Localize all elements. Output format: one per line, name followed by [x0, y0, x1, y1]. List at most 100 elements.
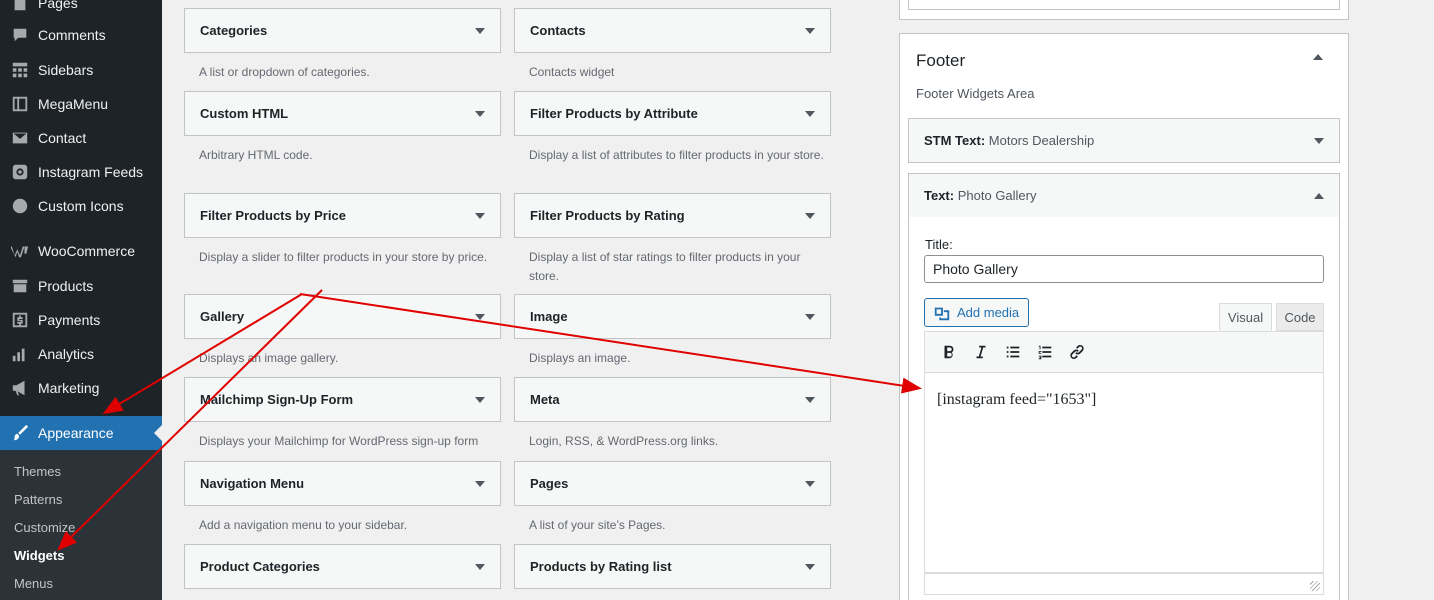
- widget-products-by-rating-list[interactable]: Products by Rating list: [514, 544, 831, 589]
- sidebar-item-appearance[interactable]: Appearance: [0, 416, 162, 450]
- widget-description: Displays an image.: [529, 351, 631, 365]
- add-media-button[interactable]: Add media: [924, 298, 1029, 327]
- submenu-item-patterns[interactable]: Patterns: [14, 492, 62, 507]
- sidebar-item-pages[interactable]: Pages: [0, 0, 162, 20]
- woocommerce-icon: [10, 241, 30, 261]
- italic-button[interactable]: [965, 337, 997, 367]
- widget-description: A list of your site’s Pages.: [529, 518, 666, 532]
- sidebar-item-products[interactable]: Products: [0, 269, 162, 303]
- widget-image[interactable]: Image: [514, 294, 831, 339]
- widget-name: Motors Dealership: [988, 133, 1095, 148]
- widget-title: Filter Products by Price: [200, 208, 346, 223]
- bullet-list-button[interactable]: [997, 337, 1029, 367]
- resize-handle-icon[interactable]: [1310, 581, 1320, 591]
- sidebar-item-label: Products: [38, 278, 94, 294]
- widget-mailchimp-signup-form[interactable]: Mailchimp Sign-Up Form: [184, 377, 501, 422]
- widget-description: Contacts widget: [529, 65, 615, 79]
- sidebar-item-label: Comments: [38, 27, 106, 43]
- sidebar-item-comments[interactable]: Comments: [0, 18, 162, 52]
- widget-filter-products-by-price[interactable]: Filter Products by Price: [184, 193, 501, 238]
- widget-pages[interactable]: Pages: [514, 461, 831, 506]
- sidebar-item-label: Contact: [38, 130, 87, 146]
- sidebar-item-analytics[interactable]: Analytics: [0, 337, 162, 371]
- paintbrush-icon: [10, 423, 30, 443]
- widget-description: Add a navigation menu to your sidebar.: [199, 518, 408, 532]
- sidebar-item-custom-icons[interactable]: Custom Icons: [0, 189, 162, 223]
- link-icon: [1070, 344, 1084, 360]
- submenu-item-customize[interactable]: Customize: [14, 520, 75, 535]
- widget-filter-products-by-attribute[interactable]: Filter Products by Attribute: [514, 91, 831, 136]
- bold-icon: [944, 345, 954, 359]
- collapse-arrow-icon[interactable]: [1313, 54, 1323, 60]
- area-widget-stm-text[interactable]: STM Text: Motors Dealership: [908, 118, 1340, 163]
- previous-widget-area: [899, 0, 1349, 20]
- widget-title: Gallery: [200, 309, 245, 324]
- widget-title: Navigation Menu: [200, 476, 305, 491]
- sidebar-item-label: Marketing: [38, 380, 100, 396]
- title-label: Title:: [925, 237, 953, 252]
- sidebar-item-sidebars[interactable]: Sidebars: [0, 53, 162, 87]
- editor-content[interactable]: [instagram feed="1653"]: [924, 373, 1324, 573]
- widget-title: Filter Products by Attribute: [530, 106, 698, 121]
- sidebar-item-instagram-feeds[interactable]: Instagram Feeds: [0, 155, 162, 189]
- shortcode-text: [instagram feed="1653"]: [937, 391, 1097, 408]
- tab-visual[interactable]: Visual: [1219, 303, 1272, 331]
- caret-down-icon: [475, 313, 485, 320]
- area-widget-text[interactable]: Text: Photo Gallery: [908, 173, 1340, 218]
- comments-icon: [10, 25, 30, 45]
- sidebar-item-label: Sidebars: [38, 62, 94, 78]
- widget-description: Displays an image gallery.: [199, 351, 339, 365]
- sidebar-item-label: Analytics: [38, 346, 95, 362]
- sidebar-item-label: Custom Icons: [38, 198, 124, 214]
- tab-code[interactable]: Code: [1276, 303, 1324, 331]
- submenu-item-themes[interactable]: Themes: [14, 464, 61, 479]
- caret-down-icon: [475, 110, 485, 117]
- sidebar-item-contact[interactable]: Contact: [0, 121, 162, 155]
- widget-categories[interactable]: Categories: [184, 8, 501, 53]
- numbered-list-icon: [1038, 345, 1052, 360]
- widget-custom-html[interactable]: Custom HTML: [184, 91, 501, 136]
- sidebars-icon: [10, 60, 30, 80]
- custom-icons-icon: [10, 196, 30, 216]
- caret-down-icon: [805, 396, 815, 403]
- widget-area-description: Footer Widgets Area: [916, 86, 1035, 101]
- widget-gallery[interactable]: Gallery: [184, 294, 501, 339]
- widget-product-categories[interactable]: Product Categories: [184, 544, 501, 589]
- sidebar-item-marketing[interactable]: Marketing: [0, 371, 162, 405]
- widget-navigation-menu[interactable]: Navigation Menu: [184, 461, 501, 506]
- sidebar-item-payments[interactable]: Payments: [0, 303, 162, 337]
- sidebar-item-label: Pages: [38, 0, 78, 11]
- megaphone-icon: [10, 378, 30, 398]
- widget-filter-products-by-rating[interactable]: Filter Products by Rating: [514, 193, 831, 238]
- widget-title: Filter Products by Rating: [530, 208, 685, 223]
- bar-chart-icon: [10, 344, 30, 364]
- sidebar-item-woocommerce[interactable]: WooCommerce: [0, 234, 162, 268]
- widget-type: Text:: [924, 188, 955, 203]
- widget-title: Mailchimp Sign-Up Form: [200, 392, 354, 407]
- submenu-item-widgets[interactable]: Widgets: [14, 548, 64, 563]
- editor-toolbar: [924, 331, 1324, 373]
- caret-down-icon: [805, 27, 815, 34]
- caret-down-icon: [805, 563, 815, 570]
- link-button[interactable]: [1061, 337, 1093, 367]
- megamenu-icon: [10, 94, 30, 114]
- widget-title: Categories: [200, 23, 268, 38]
- submenu-item-menus[interactable]: Menus: [14, 576, 53, 591]
- widget-description: A list or dropdown of categories.: [199, 65, 370, 79]
- caret-down-icon: [1314, 137, 1324, 144]
- numbered-list-button[interactable]: [1029, 337, 1061, 367]
- title-input[interactable]: [924, 255, 1324, 283]
- sidebar-item-label: Appearance: [38, 425, 114, 441]
- widget-contacts[interactable]: Contacts: [514, 8, 831, 53]
- widget-type: STM Text:: [924, 133, 986, 148]
- previous-widget[interactable]: [908, 0, 1340, 10]
- instagram-icon: [10, 162, 30, 182]
- caret-down-icon: [475, 563, 485, 570]
- widget-meta[interactable]: Meta: [514, 377, 831, 422]
- widget-description: Display a slider to filter products in y…: [199, 250, 488, 264]
- caret-down-icon: [475, 480, 485, 487]
- sidebar-item-megamenu[interactable]: MegaMenu: [0, 87, 162, 121]
- caret-down-icon: [805, 313, 815, 320]
- editor-statusbar: [924, 573, 1324, 595]
- bold-button[interactable]: [933, 337, 965, 367]
